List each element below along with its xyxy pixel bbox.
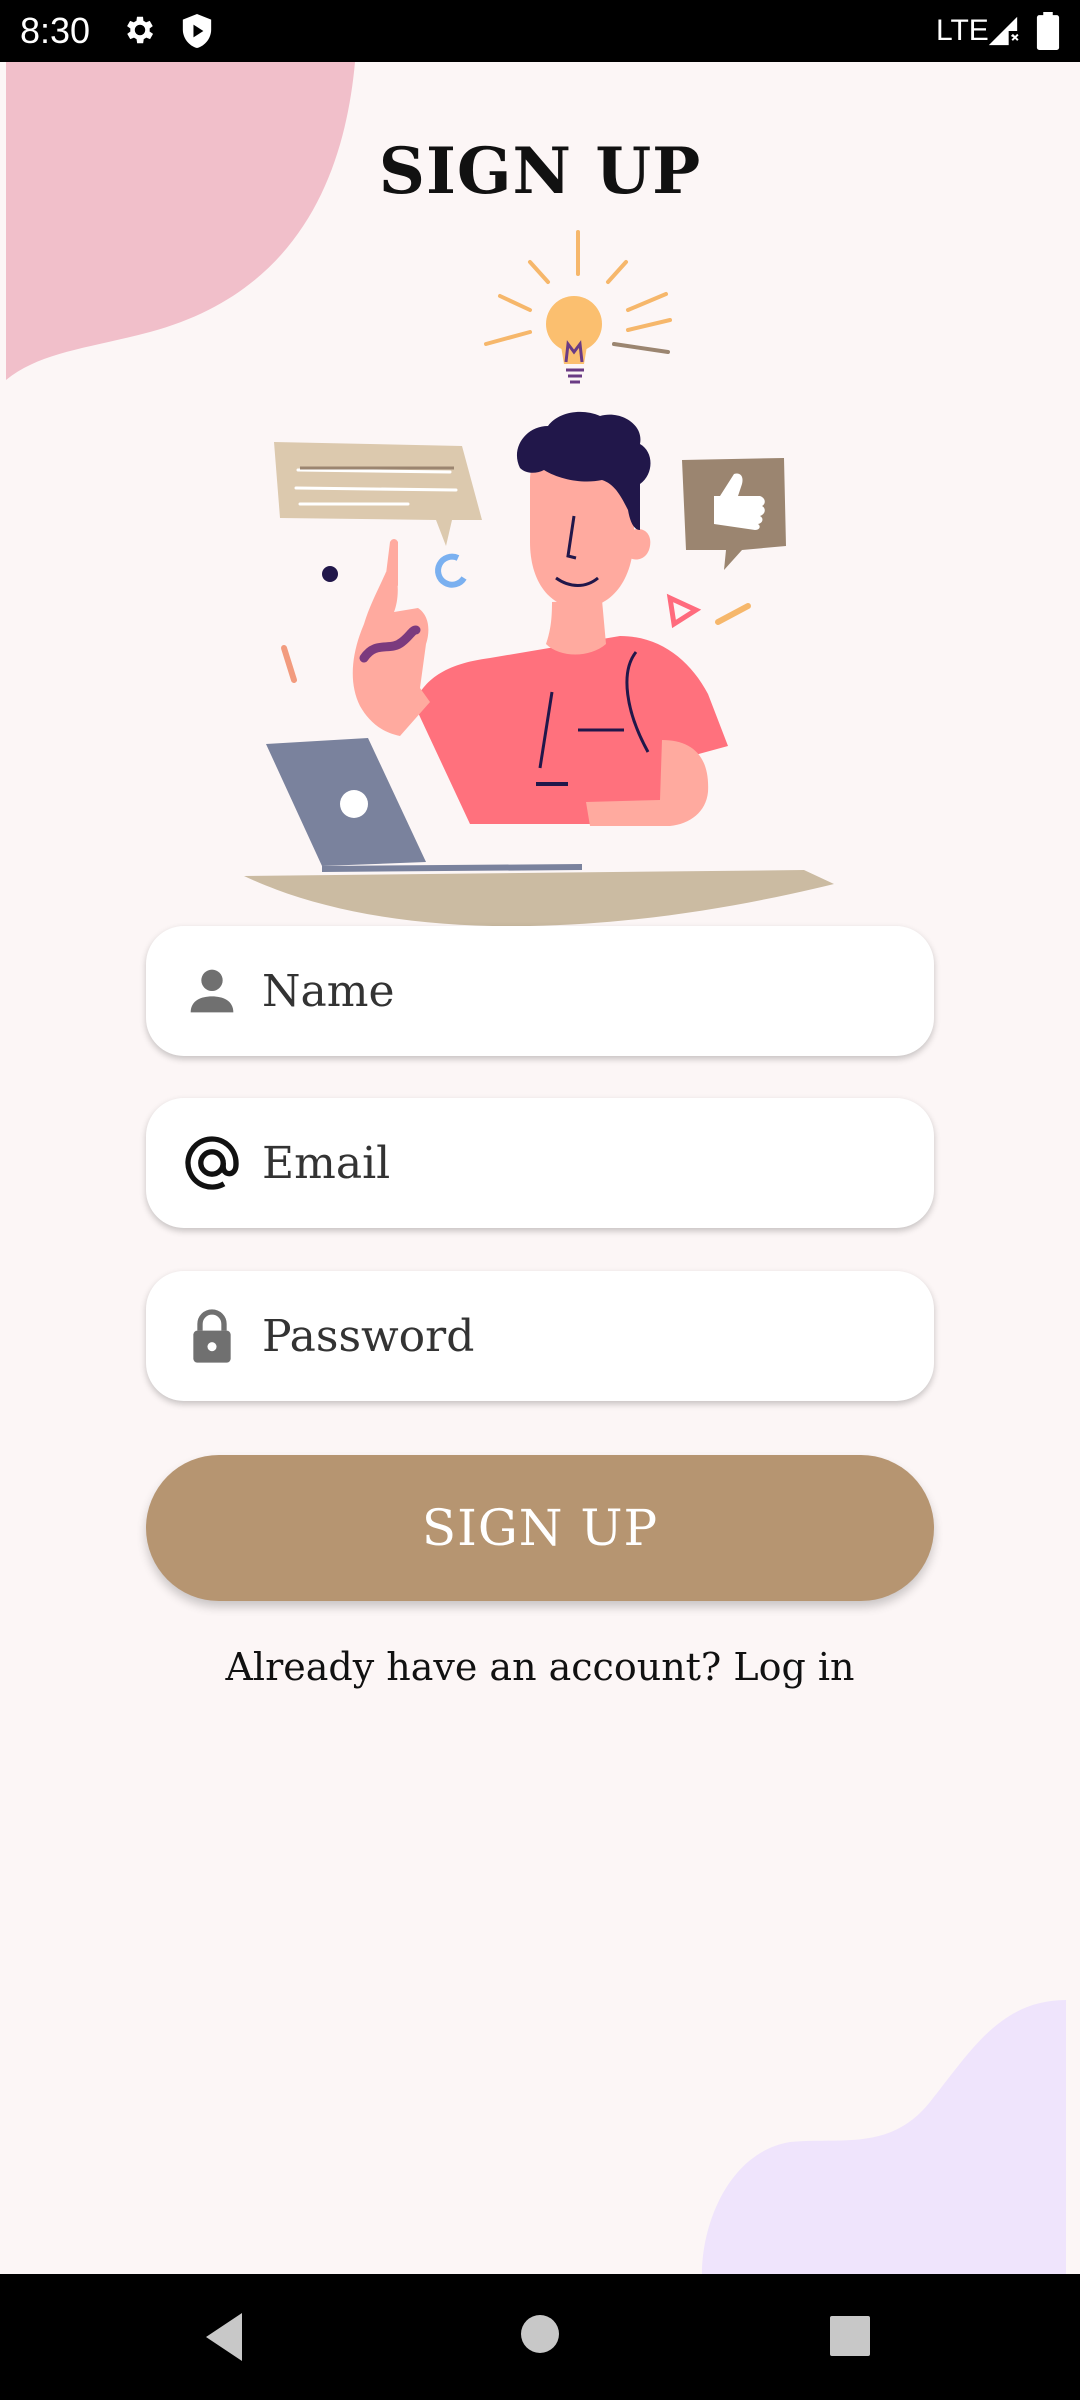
login-link[interactable]: Already have an account? Log in: [0, 1642, 1080, 1692]
signup-illustration: [244, 230, 834, 927]
password-input[interactable]: [262, 1271, 902, 1401]
desk: [244, 870, 834, 927]
settings-icon: [127, 16, 154, 44]
shield-icon: [182, 14, 212, 48]
person-icon: [190, 969, 234, 1013]
at-icon: [185, 1136, 239, 1190]
navigation-bar: [0, 2274, 1080, 2400]
network-type: LTE: [936, 14, 989, 47]
email-field[interactable]: [146, 1098, 934, 1228]
lock-icon: [193, 1309, 231, 1363]
bottom-right-blob: [702, 2000, 1066, 2274]
name-input[interactable]: [262, 926, 902, 1056]
back-icon[interactable]: [200, 2309, 250, 2365]
status-bar: 8:30 LTE: [0, 0, 1080, 62]
email-input[interactable]: [262, 1098, 902, 1228]
name-field[interactable]: [146, 926, 934, 1056]
recents-icon[interactable]: [830, 2316, 870, 2356]
page-title: SIGN UP: [378, 134, 702, 209]
home-icon[interactable]: [520, 2314, 560, 2354]
password-field[interactable]: [146, 1271, 934, 1401]
signup-button[interactable]: SIGN UP: [146, 1455, 934, 1601]
signup-screen: SIGN UP Name Email SIGN UP Already have …: [0, 62, 1080, 2274]
status-time: 8:30: [20, 10, 91, 51]
battery-icon: [1036, 12, 1060, 50]
signal-icon: [988, 16, 1019, 46]
speech-bubble: [274, 442, 482, 546]
